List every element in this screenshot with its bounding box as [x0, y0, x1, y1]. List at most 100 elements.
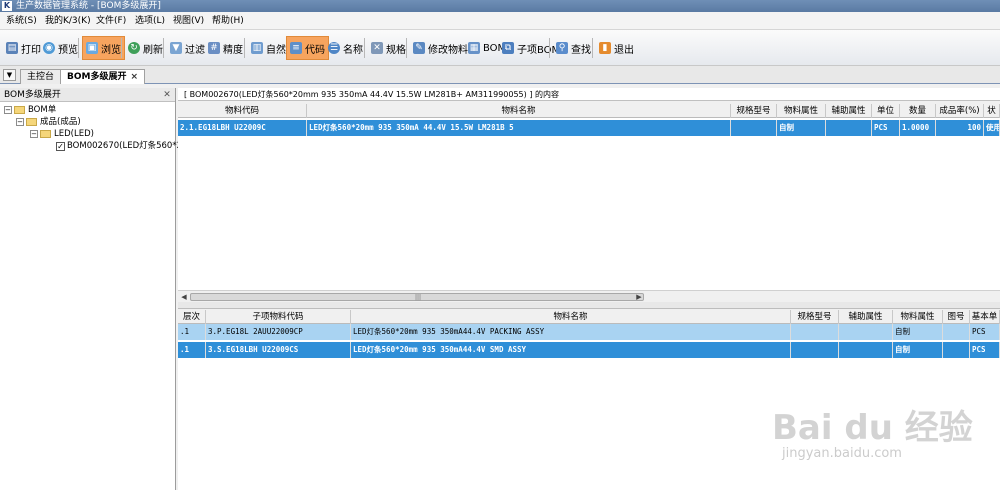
folder-icon [40, 130, 51, 138]
exit-button[interactable]: ▮ 退出 [596, 36, 637, 60]
natural-icon: ▥ [251, 42, 263, 54]
precision-button[interactable]: # 精度 [205, 36, 246, 60]
preview-button[interactable]: ◉ 预览 [40, 36, 81, 60]
menu-my-k3[interactable]: 我的K/3(K) [45, 15, 91, 27]
baidu-jingyan-watermark: Bai du 经验 jingyan.baidu.com [762, 396, 1000, 490]
grip-icon: ||| [415, 294, 422, 301]
column-header-material-name[interactable]: 物料名称 [351, 310, 791, 324]
close-icon[interactable]: ✕ [162, 90, 172, 100]
close-tab-icon[interactable]: × [130, 72, 138, 82]
printer-icon: ▤ [6, 42, 18, 54]
toolbar: ▤ 打印 ◉ 预览 ▣ 浏览 ↻ 刷新 ▼ 过滤 # 精度 ▥ 自然 ≡ 代码 ☰ 名称 ✕ 规格 … [0, 30, 1000, 66]
search-icon: ⚲ [556, 42, 568, 54]
print-button[interactable]: ▤ 打印 [3, 36, 44, 60]
menu-system[interactable]: 系统(S) [6, 15, 37, 27]
scrollbar-thumb[interactable]: ||| [190, 293, 644, 301]
column-header-child-code[interactable]: 子项物料代码 [206, 310, 351, 324]
tree-panel-header: BOM多级展开 ✕ [0, 88, 175, 102]
grid-header: 层次 子项物料代码 物料名称 规格型号 辅助属性 物料属性 图号 基本单 [178, 310, 1000, 324]
cell-aux-attr [826, 120, 872, 136]
scroll-right-icon[interactable]: ▶ [634, 292, 644, 302]
pane-splitter[interactable] [178, 302, 1000, 309]
edit-material-icon: ✎ [413, 42, 425, 54]
menu-help[interactable]: 帮助(H) [212, 15, 244, 27]
name-button[interactable]: ☰ 名称 [325, 36, 366, 60]
watermark-url: jingyan.baidu.com [782, 446, 902, 461]
scroll-left-icon[interactable]: ◀ [179, 292, 189, 302]
cell-quantity: 1.0000 [900, 120, 936, 136]
menu-file[interactable]: 文件(F) [96, 15, 126, 27]
column-header-aux-attr[interactable]: 辅助属性 [826, 104, 872, 118]
tools-icon: ✕ [371, 42, 383, 54]
column-header-level[interactable]: 层次 [178, 310, 206, 324]
cell-material-attr: 自制 [893, 324, 943, 340]
cell-child-code: 3.P.EG18L 2AUU22009CP [206, 324, 351, 340]
tab-bom-expand[interactable]: BOM多级展开 × [60, 69, 146, 84]
cell-aux-attr [839, 324, 893, 340]
column-header-aux-attr[interactable]: 辅助属性 [839, 310, 893, 324]
grid-header: 物料代码 物料名称 规格型号 物料属性 辅助属性 单位 数量 成品率(%) 状 [178, 104, 1000, 118]
column-header-drawing-no[interactable]: 图号 [943, 310, 970, 324]
document-tab-strip: ▼ 主控台 BOM多级展开 × [0, 66, 1000, 84]
parent-material-grid: 物料代码 物料名称 规格型号 物料属性 辅助属性 单位 数量 成品率(%) 状 … [178, 104, 1000, 290]
table-row[interactable]: 2.1.EG18LBH U22009C LED灯条560*20mm 935 35… [178, 120, 1000, 136]
column-header-material-name[interactable]: 物料名称 [307, 104, 731, 118]
menu-view[interactable]: 视图(V) [173, 15, 204, 27]
menu-options[interactable]: 选项(L) [135, 15, 165, 27]
tree-node-bom[interactable]: − BOM单 [4, 104, 56, 116]
column-header-material-attr[interactable]: 物料属性 [777, 104, 826, 118]
window-title: 生产数据管理系统 - [BOM多级展开] [16, 1, 161, 11]
cell-drawing-no [943, 342, 970, 358]
preview-icon: ◉ [43, 42, 55, 54]
natural-button[interactable]: ▥ 自然 [248, 36, 289, 60]
filter-button[interactable]: ▼ 过滤 [167, 36, 208, 60]
code-icon: ≡ [290, 42, 302, 54]
toolbar-separator [549, 38, 550, 58]
tab-console[interactable]: 主控台 [20, 69, 62, 84]
cell-material-name: LED灯条560*20mm 935 350mA44.4V SMD ASSY [351, 342, 791, 358]
collapse-icon[interactable]: − [16, 118, 24, 126]
watermark-logo: Bai du 经验 [772, 408, 973, 448]
content-info-bar: [ BOM002670(LED灯条560*20mm 935 350mA 44.4… [178, 88, 1000, 101]
column-header-base-unit[interactable]: 基本单 [970, 310, 1000, 324]
browse-button[interactable]: ▣ 浏览 [82, 36, 125, 60]
column-header-quantity[interactable]: 数量 [900, 104, 936, 118]
bom-tree-panel: BOM多级展开 ✕ − BOM单 − 成品(成品) − LED(LED) ✓ B… [0, 88, 204, 490]
horizontal-scrollbar[interactable]: ◀ ||| ▶ [178, 290, 1000, 302]
cell-spec [731, 120, 777, 136]
filter-icon: ▼ [170, 42, 182, 54]
column-header-unit[interactable]: 单位 [872, 104, 900, 118]
edit-material-button[interactable]: ✎ 修改物料 [410, 36, 471, 60]
table-row[interactable]: .1 3.P.EG18L 2AUU22009CP LED灯条560*20mm 9… [178, 324, 1000, 340]
app-icon: K [2, 1, 12, 11]
find-button[interactable]: ⚲ 查找 [553, 36, 594, 60]
tab-list-dropdown[interactable]: ▼ [3, 69, 16, 81]
toolbar-separator [163, 38, 164, 58]
cell-spec [791, 342, 839, 358]
collapse-icon[interactable]: − [30, 130, 38, 138]
collapse-icon[interactable]: − [4, 106, 12, 114]
menu-bar: 系统(S) 我的K/3(K) 文件(F) 选项(L) 视图(V) 帮助(H) [0, 12, 1000, 30]
refresh-icon: ↻ [128, 42, 140, 54]
tree-node-finished-goods[interactable]: − 成品(成品) [16, 116, 81, 128]
spec-button[interactable]: ✕ 规格 [368, 36, 409, 60]
toolbar-separator [244, 38, 245, 58]
code-button[interactable]: ≡ 代码 [286, 36, 329, 60]
checked-document-icon: ✓ [56, 141, 65, 151]
cell-yield: 100 [936, 120, 984, 136]
tree-node-led[interactable]: − LED(LED) [30, 128, 94, 140]
name-icon: ☰ [328, 42, 340, 54]
refresh-button[interactable]: ↻ 刷新 [125, 36, 166, 60]
column-header-material-attr[interactable]: 物料属性 [893, 310, 943, 324]
cell-material-attr: 自制 [777, 120, 826, 136]
column-header-spec[interactable]: 规格型号 [791, 310, 839, 324]
tree-panel-title: BOM多级展开 [4, 90, 61, 100]
cell-unit: PCS [872, 120, 900, 136]
column-header-status[interactable]: 状 [984, 104, 1000, 118]
table-row[interactable]: .1 3.S.EG18LBH U22009CS LED灯条560*20mm 93… [178, 342, 1000, 358]
column-header-material-code[interactable]: 物料代码 [178, 104, 307, 118]
folder-icon [14, 106, 25, 114]
column-header-yield[interactable]: 成品率(%) [936, 104, 984, 118]
column-header-spec[interactable]: 规格型号 [731, 104, 777, 118]
toolbar-separator [121, 38, 122, 58]
